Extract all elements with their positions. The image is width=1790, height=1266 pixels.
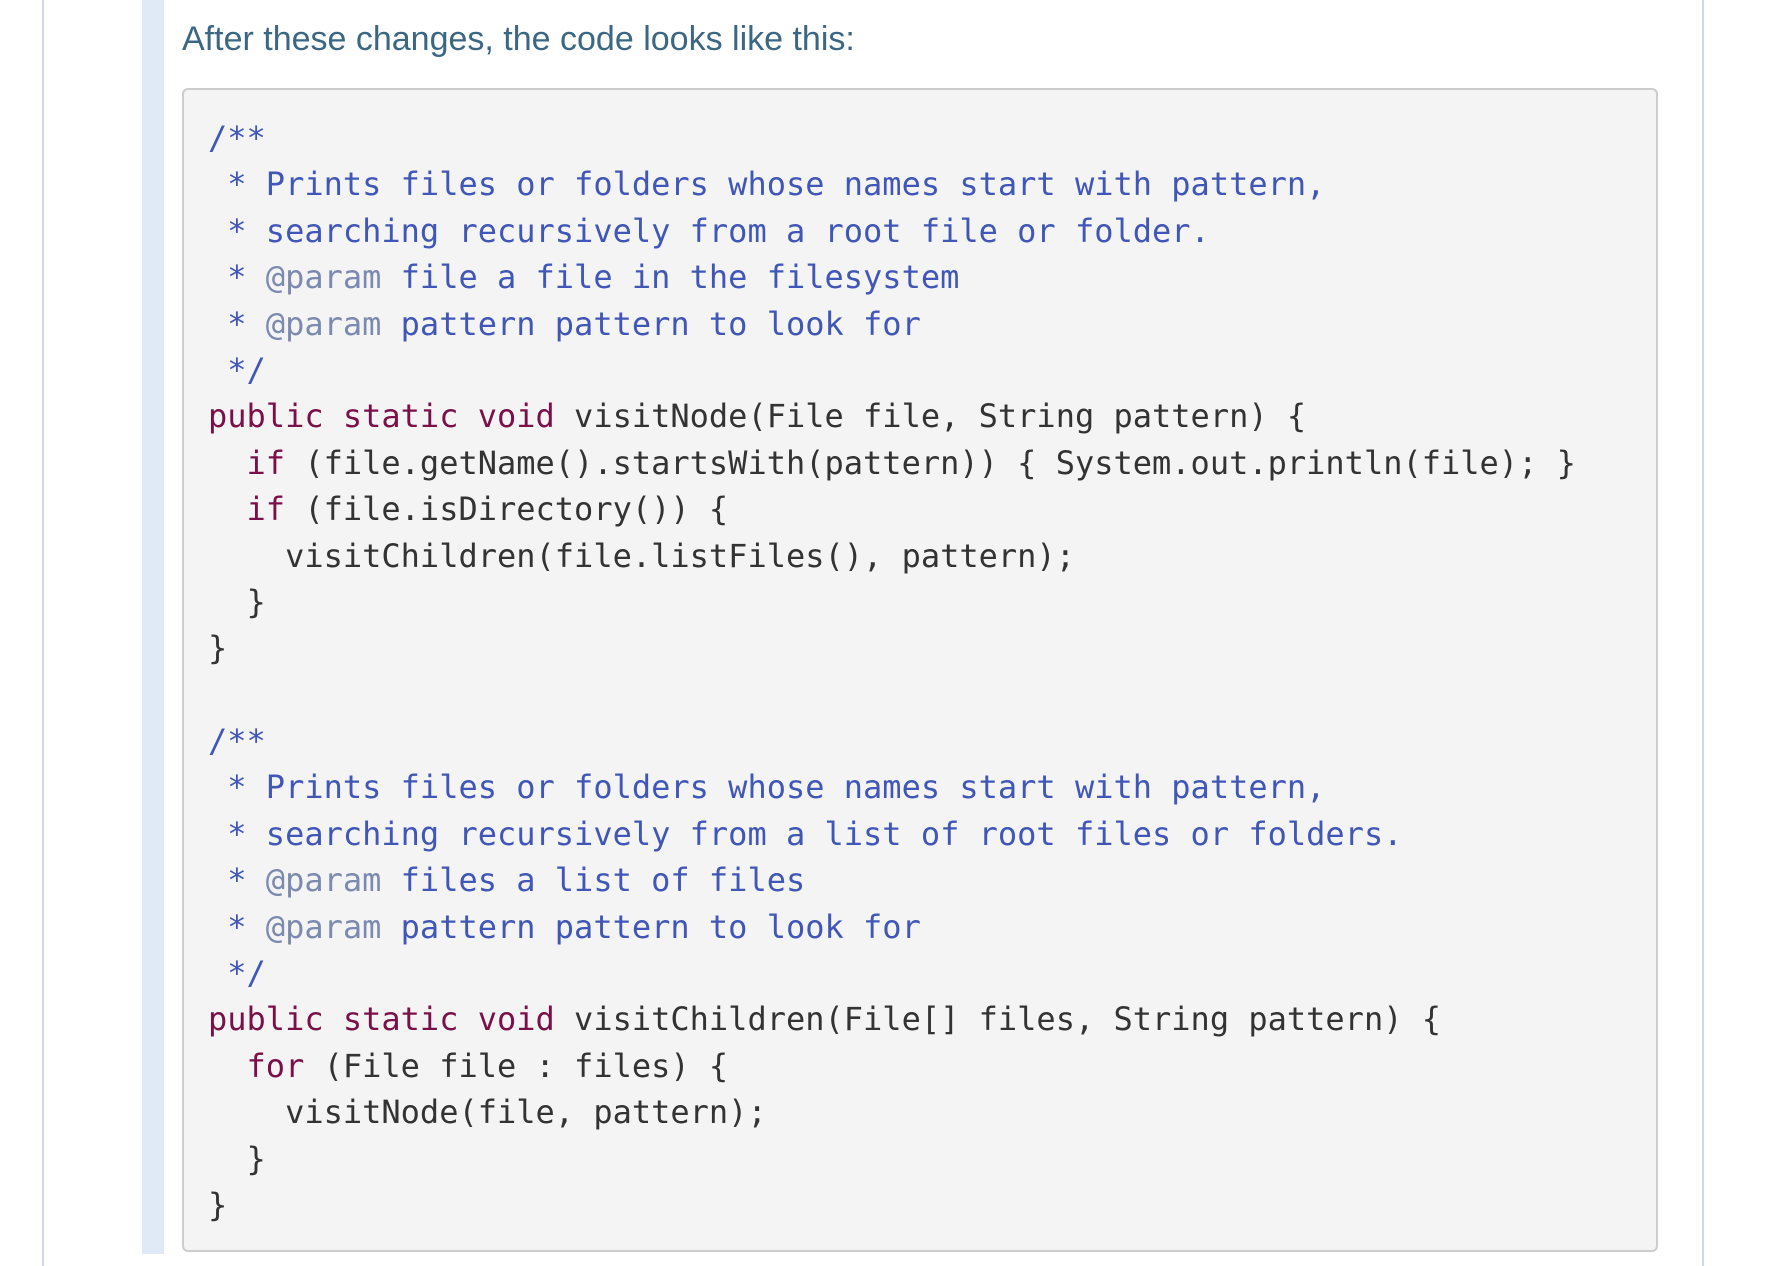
keyword-token: public	[208, 397, 324, 436]
code-line: }	[208, 1182, 1656, 1228]
code-text-token: (File file : files) {	[304, 1046, 729, 1085]
code-line: if (file.isDirectory()) {	[208, 486, 1656, 532]
code-line: visitNode(file, pattern);	[208, 1089, 1656, 1135]
javadoc-tag-token: @param	[265, 907, 382, 946]
code-text-token: }	[208, 1185, 228, 1224]
code-line: * searching recursively from a list of r…	[208, 811, 1656, 857]
keyword-token: static	[342, 397, 459, 436]
code-line: public static void visitChildren(File[] …	[208, 996, 1656, 1042]
code-text-token: visitChildren(file.listFiles(), pattern)…	[208, 536, 1075, 575]
code-line: * @param pattern pattern to look for	[208, 904, 1656, 950]
code-comment-token: */	[208, 954, 266, 993]
code-text-token: visitChildren(File[] files, String patte…	[554, 1000, 1441, 1039]
code-line: }	[208, 625, 1656, 671]
code-line: */	[208, 950, 1656, 996]
code-comment-token: * searching recursively from a root file…	[208, 211, 1210, 250]
code-line: for (File file : files) {	[208, 1043, 1656, 1089]
page-left-border	[42, 0, 44, 1266]
code-comment-token: /**	[208, 722, 266, 761]
code-line: }	[208, 579, 1656, 625]
code-line: */	[208, 347, 1656, 393]
code-comment-token: pattern pattern to look for	[381, 907, 921, 946]
javadoc-tag-token: @param	[265, 258, 382, 297]
code-line: visitChildren(file.listFiles(), pattern)…	[208, 533, 1656, 579]
code-comment-token: *	[208, 258, 266, 297]
code-comment-token: * searching recursively from a list of r…	[208, 814, 1403, 853]
code-text-token: }	[208, 629, 228, 668]
code-line: * @param pattern pattern to look for	[208, 301, 1656, 347]
keyword-token: public	[208, 1000, 324, 1039]
code-block: /** * Prints files or folders whose name…	[182, 88, 1658, 1252]
javadoc-tag-token: @param	[265, 304, 382, 343]
code-text-token: }	[208, 582, 266, 621]
code-comment-token: /**	[208, 119, 266, 157]
code-comment-token: file a file in the filesystem	[381, 258, 960, 297]
code-line: if (file.getName().startsWith(pattern)) …	[208, 440, 1656, 486]
code-line: * searching recursively from a root file…	[208, 208, 1656, 254]
code-text-token: (file.isDirectory()) {	[285, 490, 729, 529]
code-line: * Prints files or folders whose names st…	[208, 764, 1656, 810]
code-line: /**	[208, 718, 1656, 764]
keyword-token: static	[342, 1000, 459, 1039]
code-line: public static void visitNode(File file, …	[208, 393, 1656, 439]
code-text-token: visitNode(File file, String pattern) {	[554, 397, 1307, 436]
code-text-token: (file.getName().startsWith(pattern)) { S…	[285, 443, 1576, 482]
blockquote-accent-bar	[142, 0, 164, 1254]
keyword-token: if	[246, 490, 286, 529]
code-line: * Prints files or folders whose names st…	[208, 161, 1656, 207]
keyword-token: for	[246, 1046, 305, 1085]
code-line: * @param files a list of files	[208, 857, 1656, 903]
code-line: }	[208, 1136, 1656, 1182]
page-right-border	[1702, 0, 1704, 1266]
code-comment-token: files a list of files	[381, 861, 806, 900]
code-line: * @param file a file in the filesystem	[208, 254, 1656, 300]
code-comment-token: *	[208, 304, 266, 343]
code-comment-token: *	[208, 907, 266, 946]
code-comment-token: * Prints files or folders whose names st…	[208, 768, 1326, 807]
java-source-code: /** * Prints files or folders whose name…	[184, 90, 1656, 1228]
keyword-token: if	[246, 443, 286, 482]
javadoc-tag-token: @param	[265, 861, 382, 900]
keyword-token: void	[477, 1000, 555, 1039]
code-comment-token: * Prints files or folders whose names st…	[208, 165, 1326, 204]
code-comment-token: pattern pattern to look for	[381, 304, 921, 343]
code-comment-token: */	[208, 350, 266, 389]
intro-paragraph: After these changes, the code looks like…	[182, 20, 855, 58]
code-line: /**	[208, 115, 1656, 161]
code-text-token: visitNode(file, pattern);	[208, 1093, 767, 1132]
code-text-token: }	[208, 1139, 266, 1178]
keyword-token: void	[477, 397, 555, 436]
code-comment-token: *	[208, 861, 266, 900]
